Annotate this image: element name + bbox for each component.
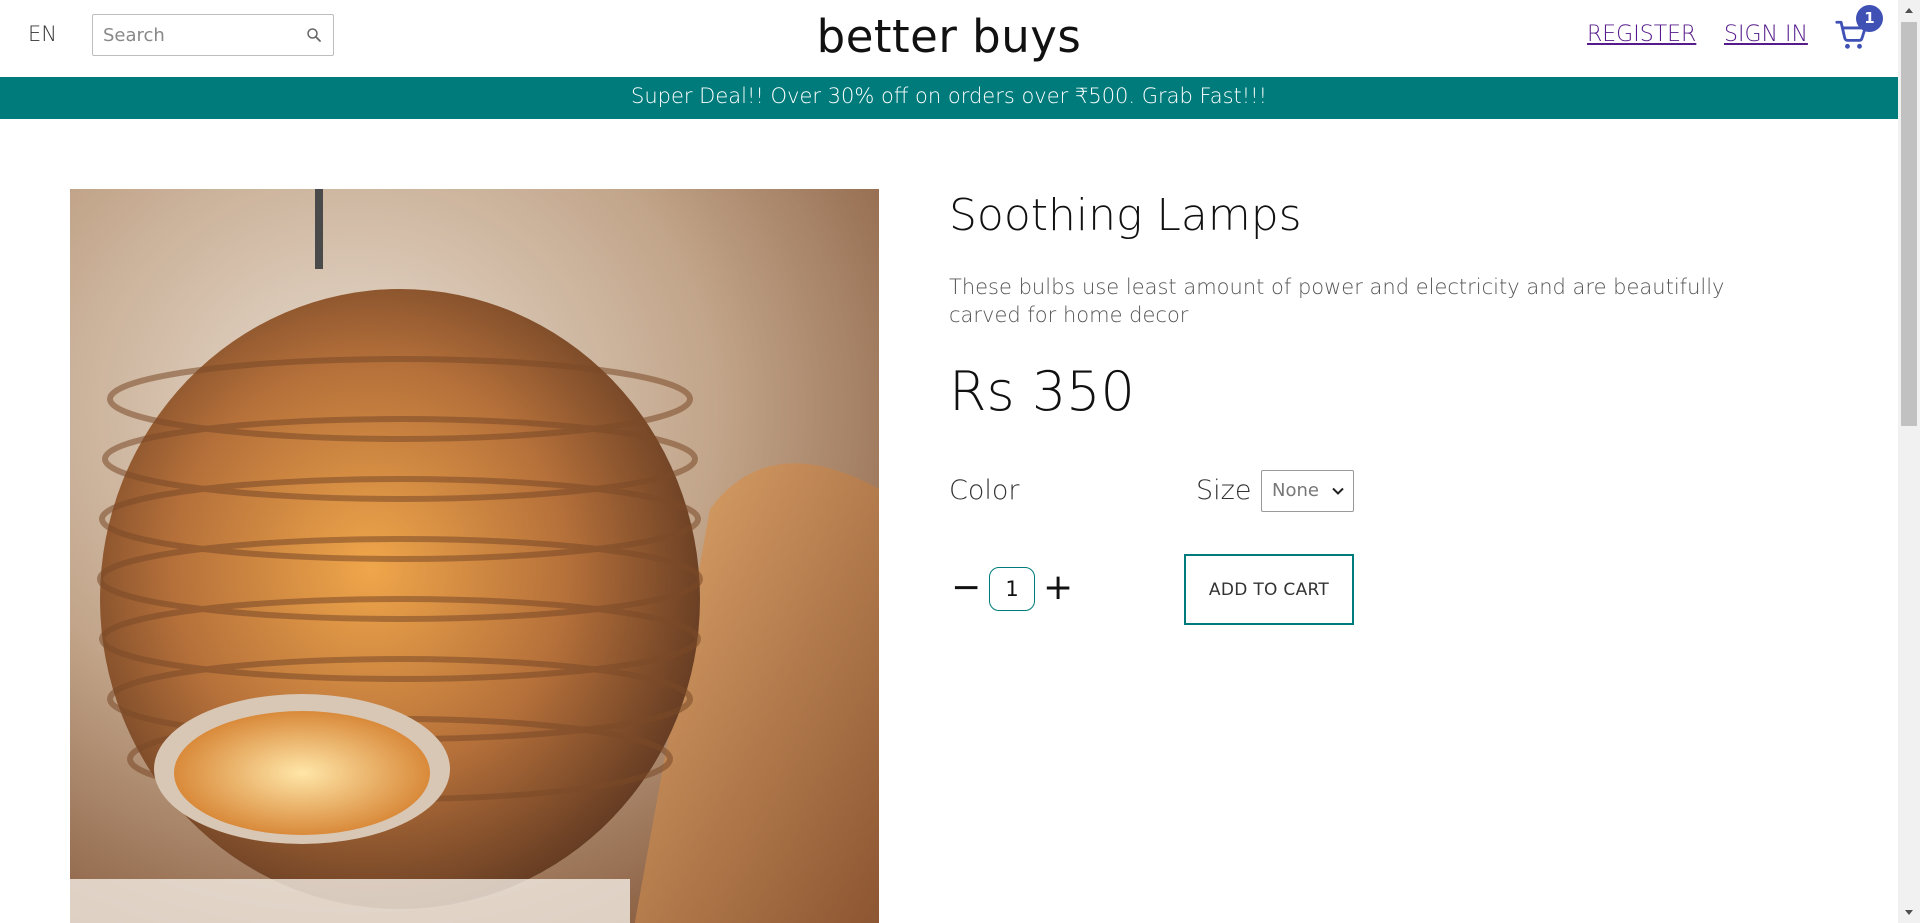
product-description: These bulbs use least amount of power an… xyxy=(949,275,1725,327)
size-selected-value: None xyxy=(1272,480,1319,501)
product-image xyxy=(70,189,879,923)
scroll-up-arrow-icon[interactable] xyxy=(1903,5,1915,17)
promo-banner: Super Deal!! Over 30% off on orders over… xyxy=(0,77,1898,119)
lamp-photo xyxy=(70,189,879,923)
scrollbar-thumb[interactable] xyxy=(1901,22,1917,426)
cart-count-badge: 1 xyxy=(1856,5,1883,32)
color-label: Color xyxy=(949,475,1020,506)
product-price: Rs 350 xyxy=(949,360,1135,423)
quantity-decrement-button[interactable]: − xyxy=(951,570,981,610)
size-label: Size xyxy=(1196,475,1252,506)
product-title: Soothing Lamps xyxy=(949,190,1302,241)
sign-in-link[interactable]: SIGN IN xyxy=(1724,22,1808,47)
scroll-down-arrow-icon[interactable] xyxy=(1903,906,1915,918)
quantity-increment-button[interactable]: + xyxy=(1043,570,1073,610)
chevron-down-icon xyxy=(1332,487,1344,495)
header: EN better buys REGISTER SIGN IN 1 xyxy=(0,0,1898,77)
add-to-cart-button[interactable]: ADD TO CART xyxy=(1184,554,1354,625)
vertical-scrollbar[interactable] xyxy=(1898,0,1920,923)
register-link[interactable]: REGISTER xyxy=(1587,22,1696,47)
size-select[interactable]: None xyxy=(1261,470,1354,512)
quantity-field[interactable]: 1 xyxy=(989,567,1035,611)
